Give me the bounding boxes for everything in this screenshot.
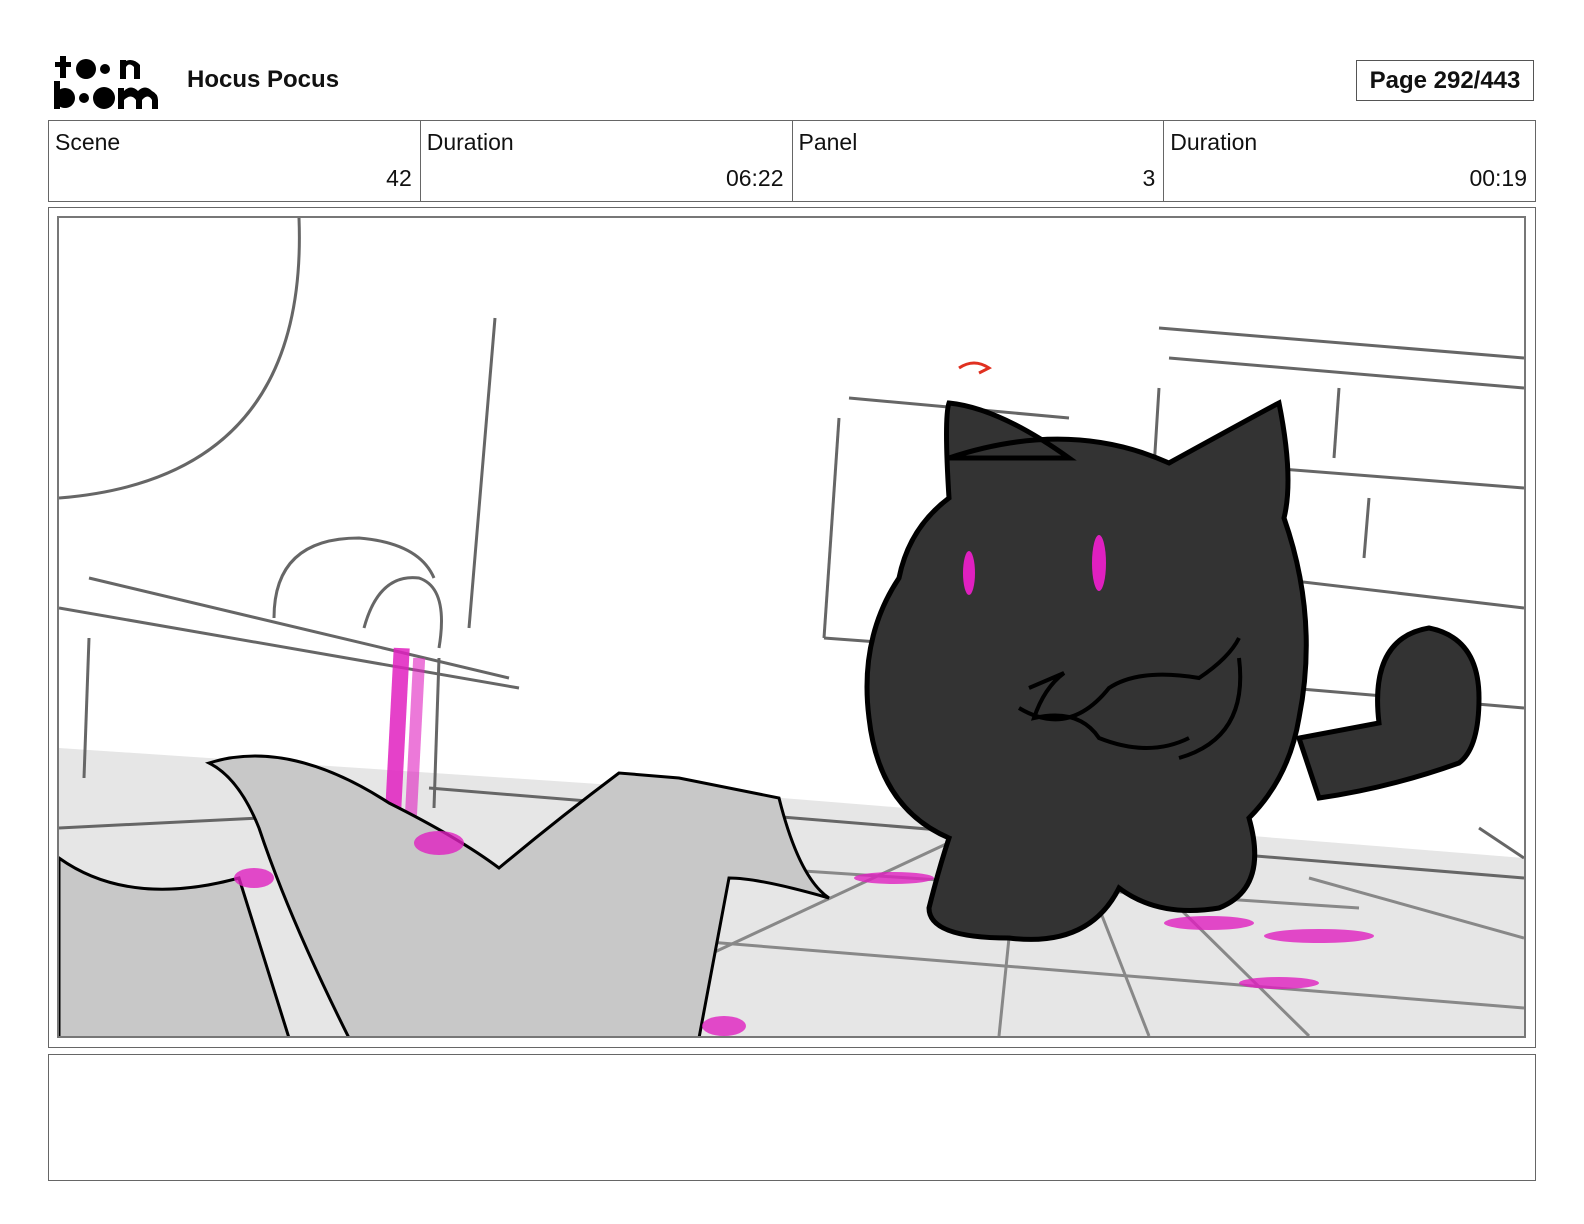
storyboard-sketch-black-cat-icon <box>59 218 1524 1036</box>
scene-label: Scene <box>55 129 121 155</box>
scene-duration-cell: Duration 06:22 <box>421 121 793 201</box>
panel-label: Panel <box>798 129 858 155</box>
panel-info-row: Scene 42 Duration 06:22 Panel 3 Duration… <box>48 120 1536 202</box>
scene-value: 42 <box>386 165 412 191</box>
panel-notes-box <box>48 1054 1536 1181</box>
page-indicator: Page 292/443 <box>1356 60 1534 101</box>
panel-duration-cell: Duration 00:19 <box>1164 121 1535 201</box>
storyboard-panel <box>48 207 1536 1048</box>
project-title: Hocus Pocus <box>187 66 340 93</box>
panel-duration-value: 00:19 <box>1469 165 1527 191</box>
panel-cell: Panel 3 <box>793 121 1165 201</box>
panel-value: 3 <box>1142 165 1156 191</box>
scene-cell: Scene 42 <box>49 121 421 201</box>
toon-boom-logo <box>52 50 164 112</box>
panel-artwork <box>57 216 1526 1038</box>
panel-duration-label: Duration <box>1170 129 1258 155</box>
scene-duration-value: 06:22 <box>725 165 784 191</box>
scene-duration-label: Duration <box>426 129 514 155</box>
